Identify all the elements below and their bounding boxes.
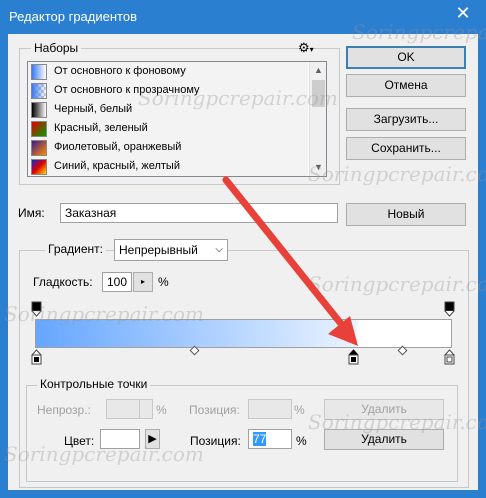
dialog-body: Наборы ⚙▾ От основного к фоновому От осн… xyxy=(4,20,486,490)
ok-button[interactable]: OK xyxy=(346,46,466,69)
cancel-button[interactable]: Отмена xyxy=(346,74,466,97)
preset-item[interactable]: От основного к фоновому xyxy=(28,62,308,83)
color-position-value: 77 xyxy=(253,432,267,446)
preset-label: Черный, белый xyxy=(54,103,133,115)
annotation-arrow-icon xyxy=(222,176,358,346)
watermark: Soringpcrepair.com xyxy=(352,20,486,44)
color-position-unit: % xyxy=(296,434,307,448)
color-position-field[interactable]: 77 xyxy=(248,429,292,449)
watermark: Soringpcrepair.com xyxy=(308,410,486,434)
presets-list[interactable]: От основного к фоновому От основного к п… xyxy=(27,61,327,177)
opacity-stop-right[interactable] xyxy=(444,301,455,317)
gradient-type-value: Непрерывный xyxy=(119,243,198,257)
window-title: Редактор градиентов xyxy=(9,9,137,24)
gradient-editor-window: Редактор градиентов ✕ Наборы ⚙▾ От основ… xyxy=(0,0,486,498)
smoothness-field[interactable]: 100 xyxy=(102,272,132,292)
opacity-label: Непрозр.: xyxy=(37,403,91,417)
preset-label: Красный, зеленый xyxy=(54,122,148,134)
save-button[interactable]: Сохранить... xyxy=(346,137,466,160)
name-label: Имя: xyxy=(18,206,45,220)
presets-label: Наборы xyxy=(31,41,82,55)
preset-label: Синий, красный, желтый xyxy=(54,160,180,172)
preset-item[interactable]: Фиолетовый, оранжевый xyxy=(28,138,308,159)
opacity-position-field[interactable] xyxy=(248,399,292,419)
black-white-swatch-icon xyxy=(31,102,47,118)
opacity-position-unit: % xyxy=(294,403,305,417)
opacity-unit: % xyxy=(156,403,167,417)
smoothness-label: Гладкость: xyxy=(33,275,93,289)
red-green-swatch-icon xyxy=(31,121,47,137)
preset-label: Фиолетовый, оранжевый xyxy=(54,141,182,153)
gradient-type-label: Градиент: xyxy=(45,242,107,256)
watermark: Soringpcrepair.com xyxy=(4,302,204,326)
preset-item[interactable]: Красный, зеленый xyxy=(28,119,308,140)
stops-group-label: Контрольные точки xyxy=(37,377,151,391)
smoothness-dropdown-icon[interactable]: ▸ xyxy=(133,272,153,292)
smoothness-unit: % xyxy=(158,275,169,289)
color-stop-left[interactable] xyxy=(31,349,42,365)
fg-to-transparent-swatch-icon xyxy=(31,83,47,99)
fg-to-bg-swatch-icon xyxy=(31,64,47,80)
presets-menu-icon[interactable]: ⚙▾ xyxy=(298,40,314,56)
blue-red-yellow-swatch-icon xyxy=(31,159,47,175)
watermark: Soringpcrepair.com xyxy=(138,86,338,110)
watermark: Soringpcrepair.com xyxy=(4,442,204,466)
violet-orange-swatch-icon xyxy=(31,140,47,156)
opacity-dropdown-icon[interactable] xyxy=(139,399,153,419)
preset-label: От основного к фоновому xyxy=(54,65,186,77)
color-stop-right[interactable] xyxy=(444,349,455,365)
opacity-position-label: Позиция: xyxy=(189,403,240,417)
scroll-up-icon[interactable]: ▲ xyxy=(310,62,326,79)
presets-scrollbar[interactable]: ▲ ▼ xyxy=(309,62,326,176)
load-button[interactable]: Загрузить... xyxy=(346,108,466,131)
